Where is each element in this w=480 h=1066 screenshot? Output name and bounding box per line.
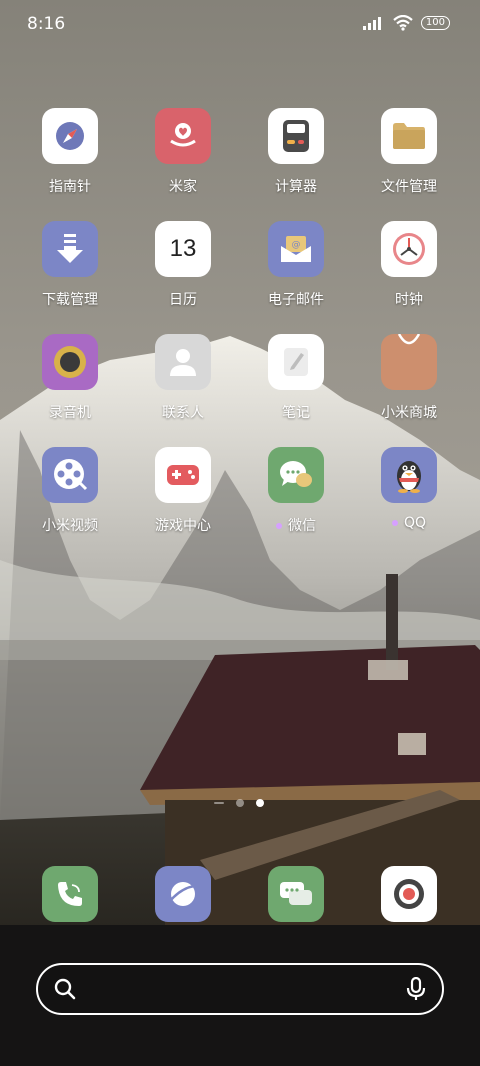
app-compass[interactable]: 指南针 <box>14 108 126 208</box>
app-label: QQ <box>403 515 427 531</box>
app-label: 电子邮件 <box>268 292 324 308</box>
svg-text:@: @ <box>292 240 301 250</box>
app-label: 下载管理 <box>42 292 98 308</box>
app-mi-video[interactable]: 小米视频 <box>14 447 126 547</box>
person-icon <box>155 334 211 390</box>
app-label: 米家 <box>169 179 197 195</box>
new-indicator <box>391 520 398 526</box>
message-bubbles-icon <box>268 866 324 922</box>
chat-bubbles-icon <box>268 447 324 503</box>
status-icons: 100 <box>362 15 450 31</box>
film-reel-icon <box>42 447 98 503</box>
page-indicator-minus-one[interactable] <box>214 802 224 804</box>
app-clock[interactable]: 时钟 <box>353 221 465 321</box>
heart-hand-icon <box>155 108 211 164</box>
app-contacts[interactable]: 联系人 <box>127 334 239 434</box>
app-label: 录音机 <box>49 405 91 421</box>
compass-icon <box>42 108 98 164</box>
app-label: 联系人 <box>162 405 204 421</box>
app-recorder[interactable]: 录音机 <box>14 334 126 434</box>
app-label: 计算器 <box>275 179 317 195</box>
search-icon <box>54 978 76 1000</box>
app-label: 笔记 <box>282 405 310 421</box>
app-label: 小米视频 <box>42 518 98 534</box>
app-mi-home[interactable]: 米家 <box>127 108 239 208</box>
shopping-bag-icon <box>381 334 437 390</box>
app-label: 小米商城 <box>381 405 437 421</box>
app-calculator[interactable]: 计算器 <box>240 108 352 208</box>
app-mi-store[interactable]: 小米商城 <box>353 334 465 434</box>
app-notes[interactable]: 笔记 <box>240 334 352 434</box>
app-label: 日历 <box>169 292 197 308</box>
page-indicator[interactable] <box>214 797 266 809</box>
app-label: 微信 <box>288 518 316 534</box>
battery-indicator: 100 <box>420 16 450 30</box>
phone-icon <box>42 866 98 922</box>
wifi-icon <box>393 15 413 31</box>
new-indicator <box>276 523 282 529</box>
app-calendar[interactable]: 13 日历 <box>127 221 239 321</box>
camera-lens-icon <box>381 866 437 922</box>
download-arrow-icon <box>42 221 98 277</box>
dock-messages[interactable] <box>240 866 352 966</box>
app-label: 时钟 <box>395 292 423 308</box>
app-label: 指南针 <box>49 179 91 195</box>
dock-phone[interactable] <box>14 866 126 966</box>
app-label: 文件管理 <box>381 179 437 195</box>
page-indicator-dot-active[interactable] <box>256 799 264 807</box>
app-qq[interactable]: QQ <box>353 447 465 547</box>
app-downloads[interactable]: 下载管理 <box>14 221 126 321</box>
record-disc-icon <box>42 334 98 390</box>
planet-icon <box>155 866 211 922</box>
app-label-with-dot: QQ <box>353 515 465 531</box>
signal-icon <box>362 17 381 30</box>
gamepad-icon <box>155 447 211 503</box>
note-pen-icon <box>268 334 324 390</box>
dock-browser[interactable] <box>127 866 239 966</box>
clock-icon <box>381 221 437 277</box>
search-bar[interactable] <box>36 963 444 1015</box>
app-label-with-dot: 微信 <box>240 515 352 535</box>
page-indicator-dot[interactable] <box>236 799 244 807</box>
app-email[interactable]: @ 电子邮件 <box>240 221 352 321</box>
penguin-icon <box>381 447 437 503</box>
microphone-icon[interactable] <box>406 977 426 1001</box>
calendar-day: 13 <box>169 235 197 262</box>
calendar-icon: 13 <box>155 221 211 277</box>
dock <box>0 866 480 926</box>
app-label: 游戏中心 <box>155 518 211 534</box>
status-time: 8:16 <box>27 14 66 34</box>
app-game-center[interactable]: 游戏中心 <box>127 447 239 547</box>
calculator-icon <box>268 108 324 164</box>
app-file-manager[interactable]: 文件管理 <box>353 108 465 208</box>
app-wechat[interactable]: 微信 <box>240 447 352 547</box>
folder-icon <box>381 108 437 164</box>
dock-camera[interactable] <box>353 866 465 966</box>
mail-icon: @ <box>268 221 324 277</box>
status-bar: 8:16 100 <box>0 0 480 50</box>
